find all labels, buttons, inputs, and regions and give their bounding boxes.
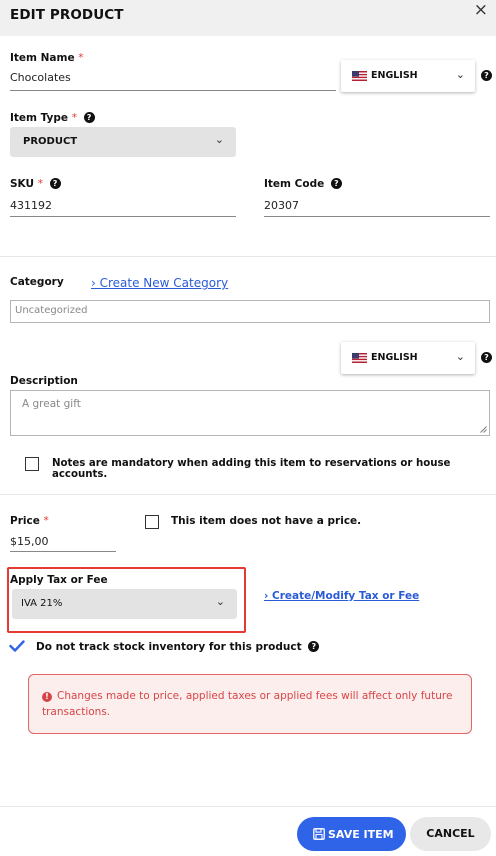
language-select-value: ENGLISH (371, 352, 418, 363)
help-icon[interactable]: ? (330, 178, 342, 189)
category-label: Category (10, 276, 64, 288)
language-select-name[interactable]: ENGLISH ⌄ (341, 60, 475, 92)
required-marker: * (71, 112, 77, 124)
us-flag-icon (352, 71, 367, 81)
item-code-label: Item Code ? (264, 178, 342, 190)
item-name-label-text: Item Name (10, 52, 75, 64)
alert-icon: ! (42, 692, 52, 702)
chevron-down-icon: ⌄ (214, 133, 224, 146)
item-code-input[interactable]: 20307 (264, 199, 299, 212)
price-underline (10, 551, 116, 552)
price-label-text: Price (10, 515, 40, 527)
footer-divider (0, 806, 496, 807)
category-field[interactable]: Uncategorized (10, 300, 490, 323)
category-value: Uncategorized (15, 305, 88, 316)
sku-input[interactable]: 431192 (10, 199, 52, 212)
item-name-label: Item Name * (10, 52, 84, 64)
help-icon[interactable]: ? (481, 352, 492, 363)
item-type-label: Item Type * ? (10, 112, 95, 124)
item-code-label-text: Item Code (264, 178, 325, 190)
close-icon[interactable]: × (474, 0, 488, 20)
tax-value: IVA 21% (21, 598, 63, 609)
save-item-button[interactable]: SAVE ITEM (297, 817, 406, 851)
us-flag-icon (352, 353, 367, 363)
description-textarea[interactable]: A great gift (10, 390, 490, 436)
checkmark-icon[interactable] (9, 640, 25, 652)
section-divider (0, 256, 496, 257)
notice-text: ! Changes made to price, applied taxes or… (42, 688, 457, 720)
sku-label: SKU * ? (10, 178, 61, 190)
no-price-label: This item does not have a price. (171, 515, 362, 527)
no-price-checkbox[interactable] (145, 515, 159, 529)
price-input[interactable]: $15,00 (10, 535, 49, 548)
tax-select[interactable]: IVA 21% ⌄ (12, 589, 237, 619)
dialog-header: EDIT PRODUCT × (0, 0, 496, 36)
stock-tracking-label-text: Do not track stock inventory for this pr… (36, 641, 302, 653)
sku-label-text: SKU (10, 178, 35, 190)
item-name-input[interactable]: Chocolates (10, 71, 71, 84)
price-change-notice: ! Changes made to price, applied taxes or… (28, 674, 472, 734)
required-marker: * (37, 178, 43, 190)
language-select-value: ENGLISH (371, 70, 418, 81)
section-divider (0, 494, 496, 495)
chevron-down-icon: ⌄ (455, 350, 465, 363)
notice-message: Changes made to price, applied taxes or … (42, 690, 453, 718)
modify-tax-link[interactable]: › Create/Modify Tax or Fee (264, 590, 419, 602)
price-label: Price * (10, 515, 49, 527)
required-marker: * (43, 515, 49, 527)
save-item-label: SAVE ITEM (328, 828, 394, 841)
required-marker: * (78, 52, 84, 64)
description-placeholder: A great gift (22, 398, 81, 410)
floppy-disk-icon (313, 828, 325, 840)
help-icon[interactable]: ? (481, 70, 492, 81)
help-icon[interactable]: ? (83, 112, 95, 123)
chevron-down-icon: ⌄ (215, 595, 225, 608)
create-category-link[interactable]: › Create New Category (91, 276, 228, 290)
item-name-underline (10, 90, 336, 91)
dialog-title: EDIT PRODUCT (10, 7, 124, 23)
description-label: Description (10, 375, 78, 387)
tax-label: Apply Tax or Fee (10, 574, 108, 586)
sku-underline (10, 216, 236, 217)
stock-tracking-label: Do not track stock inventory for this pr… (36, 641, 320, 653)
item-type-select[interactable]: PRODUCT ⌄ (10, 127, 236, 157)
item-code-underline (264, 216, 490, 217)
cancel-button[interactable]: CANCEL (410, 817, 491, 851)
item-type-label-text: Item Type (10, 112, 69, 124)
language-select-description[interactable]: ENGLISH ⌄ (341, 342, 475, 374)
resize-handle-icon[interactable] (480, 426, 487, 433)
help-icon[interactable]: ? (49, 178, 61, 189)
item-type-value: PRODUCT (23, 136, 78, 147)
notes-mandatory-checkbox[interactable] (25, 457, 39, 471)
help-icon[interactable]: ? (308, 641, 320, 652)
chevron-down-icon: ⌄ (455, 68, 465, 81)
notes-mandatory-label: Notes are mandatory when adding this ite… (52, 458, 451, 480)
